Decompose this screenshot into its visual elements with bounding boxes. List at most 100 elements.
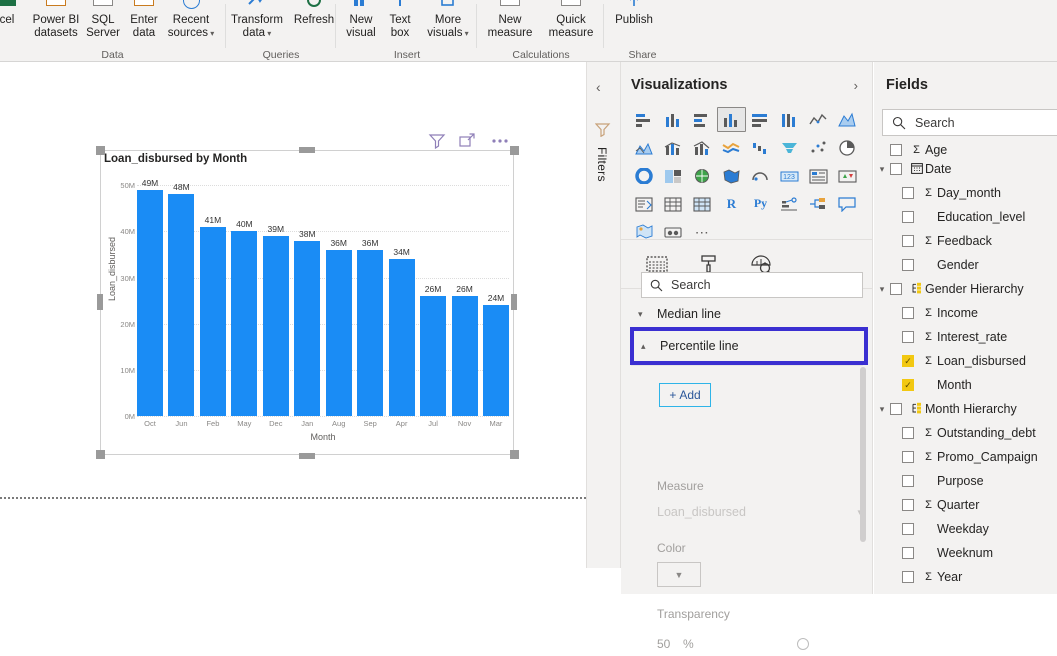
filled-map-icon[interactable] (717, 163, 746, 188)
bar[interactable] (389, 259, 415, 416)
field-checkbox[interactable] (902, 379, 914, 391)
analytics-card-percentile-line[interactable]: ▴ Percentile line (630, 327, 868, 365)
resize-handle-se[interactable] (510, 450, 519, 459)
field-checkbox[interactable] (902, 235, 914, 247)
visualization-type-gallery[interactable]: 123RPy⋯ (630, 107, 862, 244)
transparency-control[interactable]: 50 % (657, 635, 862, 653)
filters-pane-collapsed[interactable]: ‹ Filters (587, 62, 621, 568)
field-row[interactable]: ▾ΣInterest_rate (874, 325, 1057, 349)
bar-column[interactable]: 26M (420, 176, 446, 416)
measure-dropdown[interactable]: Loan_disbursed ▾ (657, 502, 862, 522)
report-canvas[interactable]: Loan_disbursed by Month Loan_disbursed 0… (0, 62, 586, 568)
decomposition-tree-icon[interactable] (804, 191, 833, 216)
table-icon[interactable] (659, 191, 688, 216)
field-checkbox[interactable] (902, 259, 914, 271)
field-row[interactable]: ▾Education_level (874, 205, 1057, 229)
transparency-slider-knob[interactable] (797, 638, 809, 650)
chevron-down-icon[interactable]: ▾ (638, 309, 648, 320)
treemap-icon[interactable] (659, 163, 688, 188)
resize-handle-ne[interactable] (510, 146, 519, 155)
field-row[interactable]: ▾Weeknum (874, 541, 1057, 565)
ribbon-button-new-visual[interactable]: New visual (340, 0, 382, 39)
analytics-pane-scrollbar[interactable] (860, 367, 866, 542)
chevron-left-icon[interactable]: ‹ (596, 79, 601, 95)
resize-handle-nw[interactable] (96, 146, 105, 155)
field-checkbox[interactable] (902, 427, 914, 439)
bar-column[interactable]: 36M (357, 176, 383, 416)
stacked-bar-chart-icon[interactable] (630, 107, 659, 132)
paginated-report-icon[interactable] (659, 219, 688, 244)
100-stacked-bar-chart-icon[interactable] (746, 107, 775, 132)
arcgis-map-icon[interactable] (746, 163, 775, 188)
field-checkbox[interactable] (902, 571, 914, 583)
add-percentile-line-button[interactable]: + Add (659, 383, 711, 407)
area-chart-icon[interactable] (833, 107, 862, 132)
chevron-down-icon[interactable]: ▾ (874, 284, 890, 295)
line-clustered-column-chart-icon[interactable] (688, 135, 717, 160)
field-checkbox[interactable] (902, 499, 914, 511)
color-picker-dropdown[interactable]: ▼ (657, 562, 701, 587)
clustered-column-chart-icon[interactable] (717, 107, 746, 132)
bar-column[interactable]: 39M (263, 176, 289, 416)
bar[interactable] (483, 305, 509, 416)
field-row[interactable]: ▾Purpose (874, 469, 1057, 493)
chevron-down-icon[interactable]: ▾ (874, 404, 890, 415)
field-checkbox[interactable] (902, 331, 914, 343)
field-row[interactable]: ▾ΣFeedback (874, 229, 1057, 253)
transparency-value[interactable]: 50 (657, 637, 683, 651)
funnel-chart-icon[interactable] (775, 135, 804, 160)
chevron-down-icon[interactable]: ▾ (208, 29, 214, 38)
scatter-chart-icon[interactable] (804, 135, 833, 160)
ribbon-button-new-measure[interactable]: New measure (480, 0, 540, 39)
field-checkbox[interactable] (890, 163, 902, 175)
field-checkbox[interactable] (902, 475, 914, 487)
waterfall-chart-icon[interactable] (746, 135, 775, 160)
ribbon-button-recent-sources[interactable]: Recent sources ▾ (160, 0, 222, 40)
bar-column[interactable]: 24M (483, 176, 509, 416)
field-checkbox[interactable] (902, 307, 914, 319)
smart-narrative-icon[interactable] (630, 219, 659, 244)
bar[interactable] (137, 190, 163, 416)
ribbon-chart-icon[interactable] (717, 135, 746, 160)
100-stacked-column-chart-icon[interactable] (775, 107, 804, 132)
ribbon-button-refresh[interactable]: Refresh (288, 0, 340, 27)
ribbon-button-transform-data[interactable]: Transform data ▾ (226, 0, 288, 40)
analytics-search-input[interactable]: Search (641, 272, 863, 298)
field-row[interactable]: ▾ΣPromo_Campaign (874, 445, 1057, 469)
chevron-up-icon[interactable]: ▴ (641, 341, 651, 352)
key-influencers-icon[interactable] (775, 191, 804, 216)
chevron-down-icon[interactable]: ▾ (462, 29, 468, 38)
field-row[interactable]: ▾Weekday (874, 517, 1057, 541)
stacked-area-chart-icon[interactable] (630, 135, 659, 160)
field-row[interactable]: ▾ΣDay_month (874, 181, 1057, 205)
bar-column[interactable]: 40M (231, 176, 257, 416)
chevron-down-icon[interactable]: ▾ (265, 29, 271, 38)
field-row[interactable]: ▾ΣOutstanding_debt (874, 421, 1057, 445)
clustered-bar-chart-icon[interactable] (688, 107, 717, 132)
card-icon[interactable]: 123 (775, 163, 804, 188)
bar[interactable] (420, 296, 446, 416)
resize-handle-sw[interactable] (96, 450, 105, 459)
donut-chart-icon[interactable] (630, 163, 659, 188)
field-row[interactable]: ▾Date (874, 157, 1057, 181)
bar-chart-visual[interactable]: Loan_disbursed by Month Loan_disbursed 0… (100, 150, 514, 455)
bar-column[interactable]: 41M (200, 176, 226, 416)
bar[interactable] (357, 250, 383, 416)
bar[interactable] (231, 231, 257, 416)
field-checkbox[interactable] (890, 403, 902, 415)
r-script-visual-icon[interactable]: R (717, 191, 746, 216)
filter-funnel-icon[interactable] (595, 122, 611, 137)
line-chart-icon[interactable] (804, 107, 833, 132)
bar-series[interactable]: 49M48M41M40M39M38M36M36M34M26M26M24M (137, 176, 509, 416)
bar[interactable] (326, 250, 352, 416)
field-checkbox[interactable] (902, 547, 914, 559)
fields-search-input[interactable]: Search (882, 109, 1057, 136)
field-row[interactable]: ▾Gender Hierarchy (874, 277, 1057, 301)
field-checkbox[interactable] (902, 187, 914, 199)
field-row[interactable]: ▾ΣQuarter (874, 493, 1057, 517)
bar[interactable] (200, 227, 226, 416)
multi-row-card-icon[interactable] (804, 163, 833, 188)
line-stacked-column-chart-icon[interactable] (659, 135, 688, 160)
bar[interactable] (263, 236, 289, 416)
stacked-column-chart-icon[interactable] (659, 107, 688, 132)
